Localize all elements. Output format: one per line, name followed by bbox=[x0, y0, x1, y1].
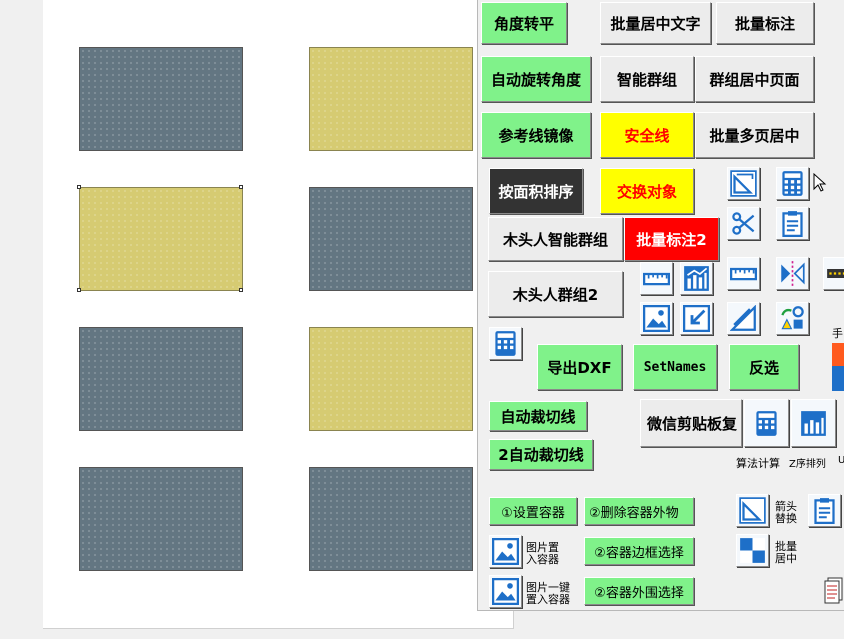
u-label: U bbox=[838, 455, 844, 466]
pencil-ruler-icon bbox=[730, 305, 756, 331]
clipboard-icon bbox=[782, 211, 803, 237]
z-order-button[interactable] bbox=[791, 399, 836, 447]
set-names-button[interactable]: SetNames bbox=[633, 344, 717, 390]
wechat-clipboard-button[interactable]: 微信剪贴板复 bbox=[640, 399, 742, 447]
mirror-button[interactable] bbox=[776, 257, 809, 290]
arrow-replace-button[interactable] bbox=[736, 494, 769, 527]
smart-group-button[interactable]: 智能群组 bbox=[600, 56, 694, 102]
chart-bars-button[interactable] bbox=[680, 262, 713, 295]
container-border-select-button[interactable]: ②容器边框选择 bbox=[584, 537, 694, 565]
clipboard-button[interactable] bbox=[776, 207, 809, 240]
auto-rotate-button[interactable]: 自动旋转角度 bbox=[481, 56, 591, 102]
selection-handle[interactable] bbox=[239, 185, 243, 189]
pencil-ruler-button[interactable] bbox=[727, 302, 760, 335]
rect-gray-4[interactable] bbox=[79, 467, 243, 571]
auto-cut-line-button[interactable]: 自动裁切线 bbox=[489, 401, 587, 431]
calculator-icon bbox=[756, 410, 777, 436]
tape-side-button[interactable] bbox=[823, 257, 844, 290]
arrow-replace-label-2: 替换 bbox=[775, 512, 797, 525]
chart-bars-icon bbox=[801, 410, 826, 436]
image-button[interactable] bbox=[640, 302, 673, 335]
invert-select-button[interactable]: 反选 bbox=[729, 344, 799, 390]
selection-handle[interactable] bbox=[77, 288, 81, 292]
wood-smart-group-button[interactable]: 木头人智能群组 bbox=[488, 217, 623, 261]
calculator-icon bbox=[782, 171, 803, 196]
hand-label: 手 bbox=[832, 327, 843, 340]
export-dxf-button[interactable]: 导出DXF bbox=[537, 344, 622, 390]
calculator-icon bbox=[495, 331, 516, 356]
rect-yellow-1[interactable] bbox=[309, 47, 473, 151]
ruler-triangle-button[interactable] bbox=[727, 167, 760, 200]
batch-center-text-button[interactable]: 批量居中文字 bbox=[600, 2, 711, 44]
rect-yellow-2[interactable] bbox=[309, 327, 473, 431]
tape-measure-button[interactable] bbox=[727, 257, 760, 290]
auto-cut-line-2-button[interactable]: 2自动裁切线 bbox=[489, 439, 593, 470]
set-container-button[interactable]: ①设置容器 bbox=[489, 497, 577, 525]
ruler-triangle-icon bbox=[739, 497, 766, 524]
shapes-button[interactable] bbox=[776, 302, 809, 335]
group-center-page-button[interactable]: 群组居中页面 bbox=[695, 56, 814, 102]
scissors-icon bbox=[732, 212, 755, 235]
image-icon bbox=[643, 305, 670, 332]
image-icon bbox=[492, 578, 519, 605]
rotate-flat-button[interactable]: 角度转平 bbox=[481, 2, 567, 44]
batch-multipage-center-button[interactable]: 批量多页居中 bbox=[695, 112, 814, 158]
clipboard-bottom-button[interactable] bbox=[808, 494, 841, 527]
image-one-key-label-2: 置入容器 bbox=[526, 593, 570, 606]
rect-gray-3[interactable] bbox=[79, 327, 243, 431]
ruler-triangle-icon bbox=[730, 170, 757, 197]
ruler-icon bbox=[643, 272, 670, 286]
tape-icon bbox=[827, 269, 844, 278]
algo-calc-label: 算法计算 bbox=[736, 457, 780, 470]
mouse-cursor-icon bbox=[813, 173, 827, 192]
shrink-arrow-icon bbox=[683, 305, 710, 332]
selection-handle[interactable] bbox=[77, 185, 81, 189]
batch-label-2-button[interactable]: 批量标注2 bbox=[624, 217, 719, 261]
ref-line-mirror-button[interactable]: 参考线镜像 bbox=[481, 112, 591, 158]
safety-line-button[interactable]: 安全线 bbox=[600, 112, 694, 158]
rect-gray-5[interactable] bbox=[309, 467, 473, 571]
rect-gray-1[interactable] bbox=[79, 47, 243, 151]
sort-by-area-button[interactable]: 按面积排序 bbox=[489, 168, 583, 214]
image-one-key-button[interactable] bbox=[489, 575, 522, 608]
chart-bars-icon bbox=[684, 266, 709, 291]
batch-center-label-2: 居中 bbox=[775, 552, 797, 565]
image-into-container-label-2: 入容器 bbox=[526, 553, 559, 566]
mirror-icon bbox=[781, 261, 805, 286]
color-swatch[interactable] bbox=[832, 343, 844, 391]
z-order-label: Z序排列 bbox=[789, 459, 826, 470]
batch-label-button[interactable]: 批量标注 bbox=[716, 2, 814, 44]
rect-yellow-selected[interactable] bbox=[79, 187, 243, 291]
image-icon bbox=[492, 538, 519, 565]
tool-panel: 角度转平 批量居中文字 批量标注 自动旋转角度 智能群组 群组居中页面 参考线镜… bbox=[477, 0, 844, 611]
selection-handle[interactable] bbox=[239, 288, 243, 292]
algo-calc-button[interactable] bbox=[744, 399, 789, 447]
shapes-icon bbox=[781, 306, 804, 330]
swap-objects-button[interactable]: 交换对象 bbox=[600, 168, 694, 214]
ruler-icon bbox=[730, 267, 757, 281]
wood-group-2-button[interactable]: 木头人群组2 bbox=[488, 271, 623, 317]
ruler-button[interactable] bbox=[640, 262, 673, 295]
delete-outside-container-button[interactable]: ②删除容器外物 bbox=[584, 497, 694, 525]
clipboard-icon bbox=[814, 498, 835, 524]
document-icon[interactable] bbox=[824, 576, 844, 606]
calculator-small-button[interactable] bbox=[489, 327, 522, 360]
image-into-container-button[interactable] bbox=[489, 535, 522, 568]
scissors-button[interactable] bbox=[727, 207, 760, 240]
shrink-arrow-button[interactable] bbox=[680, 302, 713, 335]
checker-icon bbox=[740, 538, 765, 563]
batch-center-checker-button[interactable] bbox=[736, 534, 769, 567]
calculator-button[interactable] bbox=[776, 167, 809, 200]
rect-gray-2[interactable] bbox=[309, 187, 473, 291]
container-outer-select-button[interactable]: ②容器外围选择 bbox=[584, 577, 694, 605]
drawing-canvas[interactable] bbox=[0, 0, 514, 639]
